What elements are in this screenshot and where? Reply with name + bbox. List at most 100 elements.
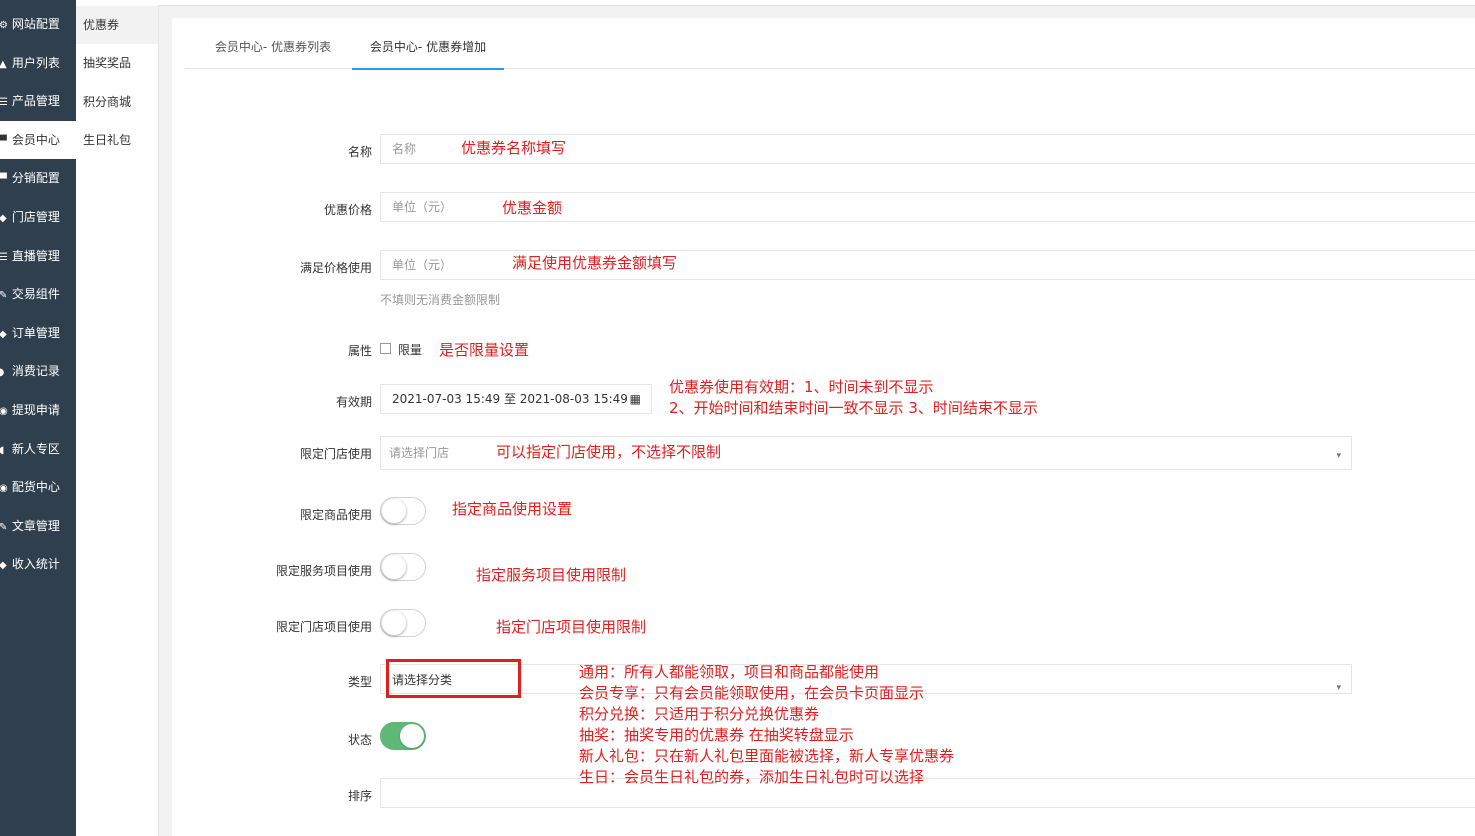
sidebar-item-label: 提现申请 bbox=[11, 403, 60, 417]
annotation-type-lottery: 抽奖：抽奖专用的优惠券 在抽奖转盘显示 bbox=[579, 726, 854, 744]
sidebar: ⚙ 网站配置 ▲ 用户列表 ☰ 产品管理 ▀ 会员中心 ▀ 分销配置 ◆ 门店管… bbox=[0, 0, 76, 836]
chevron-down-icon: ▾ bbox=[1336, 451, 1341, 461]
sidebar-item-orders[interactable]: ◆ 订单管理 bbox=[0, 314, 76, 352]
sort-input[interactable] bbox=[380, 778, 1475, 808]
sidebar-item-stores[interactable]: ◆ 门店管理 bbox=[0, 198, 76, 236]
sidebar-item-distribution[interactable]: ▀ 分销配置 bbox=[0, 159, 76, 197]
annotation-type-member: 会员专享：只有会员能领取使用，在会员卡页面显示 bbox=[579, 684, 925, 702]
annotation-goods: 指定商品使用设置 bbox=[452, 500, 573, 518]
store-project-limit-label: 限定门店项目使用 bbox=[275, 620, 372, 634]
validity-range-value: 2021-07-03 15:49 至 2021-08-03 15:49 bbox=[392, 392, 628, 406]
newbie-icon: ◖ bbox=[0, 445, 5, 456]
member-icon: ▀ bbox=[0, 136, 7, 147]
sidebar-item-label: 配货中心 bbox=[11, 480, 60, 494]
service-limit-switch[interactable] bbox=[380, 553, 426, 581]
store-select-placeholder: 请选择门店 bbox=[389, 446, 450, 460]
annotation-type-general: 通用：所有人都能领取，项目和商品都能使用 bbox=[579, 663, 880, 681]
tab-coupon-add[interactable]: 会员中心- 优惠券增加 bbox=[352, 28, 504, 70]
sidebar-item-newbie[interactable]: ◖ 新人专区 bbox=[0, 430, 76, 468]
annotation-type-newbie: 新人礼包：只在新人礼包里面能被选择，新人专享优惠券 bbox=[579, 747, 955, 765]
annotation-service: 指定服务项目使用限制 bbox=[476, 566, 627, 584]
article-icon: ✎ bbox=[0, 522, 8, 533]
subnav-item-birthday-gift[interactable]: 生日礼包 bbox=[76, 121, 158, 159]
sidebar-item-withdraw[interactable]: ◉ 提现申请 bbox=[0, 391, 76, 429]
goods-limit-switch[interactable] bbox=[380, 497, 426, 525]
component-icon: ✎ bbox=[0, 290, 8, 301]
sidebar-item-live[interactable]: ☰ 直播管理 bbox=[0, 237, 76, 275]
subnav-item-coupon[interactable]: 优惠券 bbox=[76, 6, 158, 44]
store-icon: ◆ bbox=[0, 213, 7, 224]
stats-icon: ◆ bbox=[0, 560, 7, 571]
annotation-limited: 是否限量设置 bbox=[439, 341, 530, 359]
switch-knob bbox=[400, 724, 424, 748]
min-price-label: 满足价格使用 bbox=[299, 261, 372, 275]
annotation-type-points: 积分兑换：只适用于积分兑换优惠券 bbox=[579, 705, 820, 723]
status-label: 状态 bbox=[347, 733, 372, 747]
sidebar-item-label: 订单管理 bbox=[11, 326, 60, 340]
calendar-icon: ▦ bbox=[629, 392, 641, 406]
goods-limit-label: 限定商品使用 bbox=[299, 508, 372, 522]
sidebar-item-products[interactable]: ☰ 产品管理 bbox=[0, 82, 76, 120]
distribution-icon: ▀ bbox=[0, 174, 7, 185]
user-icon: ▲ bbox=[0, 59, 7, 70]
live-icon: ☰ bbox=[0, 252, 8, 263]
sidebar-item-label: 用户列表 bbox=[11, 56, 60, 70]
sidebar-item-label: 分销配置 bbox=[11, 171, 60, 185]
subnav-item-lottery-prize[interactable]: 抽奖奖品 bbox=[76, 44, 158, 82]
distribution-center-icon: ◉ bbox=[0, 483, 8, 494]
sidebar-item-trade-component[interactable]: ✎ 交易组件 bbox=[0, 275, 76, 313]
withdraw-icon: ◉ bbox=[0, 406, 8, 417]
sidebar-item-label: 消费记录 bbox=[11, 364, 60, 378]
sidebar-item-member-center[interactable]: ▀ 会员中心 bbox=[0, 121, 76, 159]
type-label: 类型 bbox=[347, 675, 372, 689]
sidebar-item-label: 新人专区 bbox=[11, 442, 60, 456]
sidebar-item-consumption[interactable]: ◗ 消费记录 bbox=[0, 352, 76, 390]
sidebar-item-user-list[interactable]: ▲ 用户列表 bbox=[0, 44, 76, 82]
sidebar-item-label: 门店管理 bbox=[11, 210, 60, 224]
store-label: 限定门店使用 bbox=[299, 447, 372, 461]
min-price-hint: 不填则无消费金额限制 bbox=[380, 293, 501, 307]
list-icon: ☰ bbox=[0, 97, 8, 108]
validity-range-input[interactable]: 2021-07-03 15:49 至 2021-08-03 15:49 ▦ bbox=[380, 384, 652, 414]
sub-navigation: 优惠券 抽奖奖品 积分商城 生日礼包 bbox=[76, 0, 159, 836]
attribute-label: 属性 bbox=[347, 344, 372, 358]
switch-knob bbox=[382, 611, 406, 635]
chevron-down-icon: ▾ bbox=[1336, 683, 1341, 693]
annotation-validity-1: 优惠券使用有效期：1、时间未到不显示 bbox=[669, 378, 934, 396]
sidebar-item-label: 收入统计 bbox=[11, 557, 60, 571]
status-switch[interactable] bbox=[380, 722, 426, 750]
sidebar-item-distribution-center[interactable]: ◉ 配货中心 bbox=[0, 468, 76, 506]
sidebar-item-label: 产品管理 bbox=[11, 94, 60, 108]
annotation-price: 优惠金额 bbox=[502, 199, 563, 217]
annotation-min-price: 满足使用优惠券金额填写 bbox=[512, 254, 678, 272]
annotation-type-birthday: 生日：会员生日礼包的券，添加生日礼包时可以选择 bbox=[579, 768, 925, 786]
sidebar-item-site-config[interactable]: ⚙ 网站配置 bbox=[0, 5, 76, 43]
price-label: 优惠价格 bbox=[323, 203, 372, 217]
annotation-name: 优惠券名称填写 bbox=[461, 139, 567, 157]
type-select-placeholder: 请选择分类 bbox=[392, 673, 453, 687]
sidebar-item-label: 网站配置 bbox=[11, 17, 60, 31]
service-limit-label: 限定服务项目使用 bbox=[275, 564, 372, 578]
switch-knob bbox=[382, 555, 406, 579]
order-icon: ◆ bbox=[0, 329, 7, 340]
sidebar-item-label: 交易组件 bbox=[11, 287, 60, 301]
sidebar-item-label: 会员中心 bbox=[11, 133, 60, 147]
name-label: 名称 bbox=[347, 145, 372, 159]
sidebar-item-articles[interactable]: ✎ 文章管理 bbox=[0, 507, 76, 545]
store-project-limit-switch[interactable] bbox=[380, 609, 426, 637]
annotation-store-project: 指定门店项目使用限制 bbox=[496, 618, 647, 636]
top-bar bbox=[158, 0, 1475, 6]
switch-knob bbox=[382, 499, 406, 523]
sidebar-item-label: 文章管理 bbox=[11, 519, 60, 533]
settings-icon: ⚙ bbox=[0, 20, 8, 31]
record-icon: ◗ bbox=[0, 367, 5, 378]
validity-label: 有效期 bbox=[335, 395, 372, 409]
sidebar-item-label: 直播管理 bbox=[11, 249, 60, 263]
limited-checkbox[interactable] bbox=[380, 343, 391, 354]
limited-option-label: 限量 bbox=[398, 343, 423, 357]
tab-bar: 会员中心- 优惠券列表 会员中心- 优惠券增加 bbox=[185, 28, 1475, 70]
tab-coupon-list[interactable]: 会员中心- 优惠券列表 bbox=[214, 28, 332, 68]
subnav-item-points-mall[interactable]: 积分商城 bbox=[76, 83, 158, 121]
annotation-validity-2: 2、开始时间和结束时间一致不显示 3、时间结束不显示 bbox=[669, 399, 1038, 417]
sidebar-item-income-stats[interactable]: ◆ 收入统计 bbox=[0, 545, 76, 583]
